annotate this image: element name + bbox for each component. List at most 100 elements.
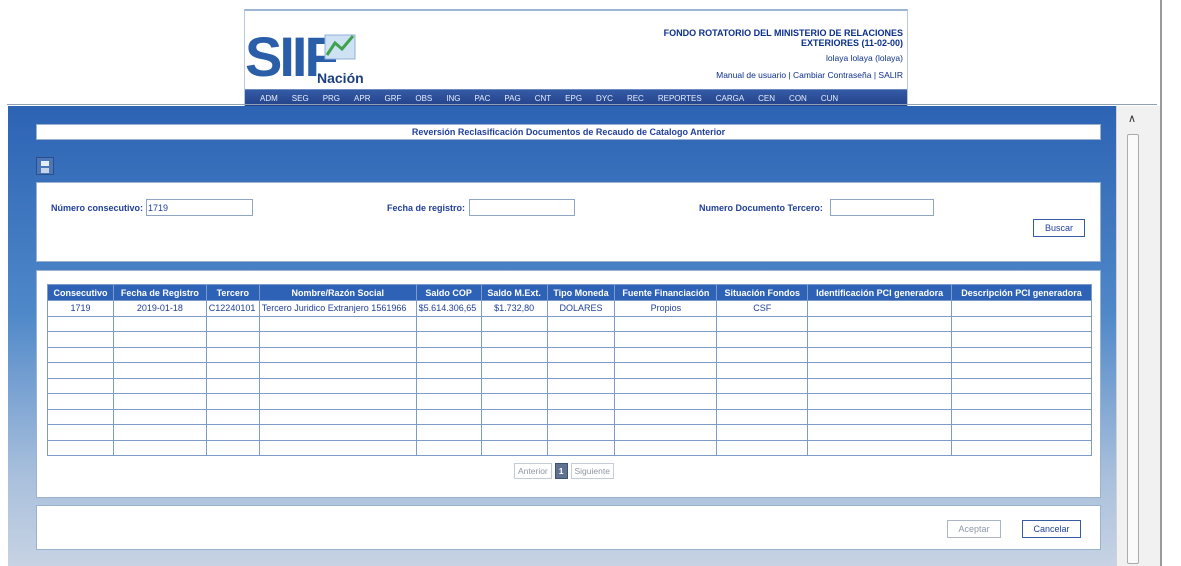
table-cell: DOLARES (546, 300, 616, 317)
accept-button[interactable]: Aceptar (947, 520, 1001, 538)
table-cell (480, 362, 548, 379)
table-cell (614, 331, 718, 348)
col-header-consecutivo[interactable]: Consecutivo (47, 284, 114, 301)
table-row[interactable] (47, 315, 1092, 332)
chevron-up-icon[interactable]: ∧ (1128, 112, 1136, 125)
menu-item-grf[interactable]: GRF (377, 94, 408, 103)
menu-item-pac[interactable]: PAC (468, 94, 498, 103)
table-cell (415, 315, 482, 332)
table-cell: $5.614.306,65 (415, 300, 482, 317)
table-cell (47, 331, 114, 348)
col-header-tipo-moneda[interactable]: Tipo Moneda (546, 284, 616, 301)
menu-item-pag[interactable]: PAG (497, 94, 527, 103)
menu-item-con[interactable]: CON (782, 94, 814, 103)
table-cell (112, 315, 207, 332)
table-cell: 1719 (47, 300, 114, 317)
page-1-button[interactable]: 1 (554, 463, 568, 479)
exit-link[interactable]: SALIR (878, 70, 903, 80)
header-links: Manual de usuario | Cambiar Contraseña |… (716, 70, 903, 80)
date-label: Fecha de registro: (387, 203, 466, 213)
third-doc-input[interactable] (830, 199, 934, 216)
date-input[interactable] (469, 199, 575, 216)
menu-item-apr[interactable]: APR (347, 94, 377, 103)
table-cell (951, 377, 1092, 394)
scroll-track[interactable] (1127, 134, 1139, 564)
table-cell (546, 377, 616, 394)
table-cell (258, 331, 417, 348)
table-cell: 2019-01-18 (112, 300, 207, 317)
table-row[interactable] (47, 439, 1092, 456)
table-cell (415, 393, 482, 410)
table-cell (807, 377, 953, 394)
table-cell (258, 362, 417, 379)
table-cell (807, 362, 953, 379)
table-cell (415, 439, 482, 456)
table-cell (716, 424, 809, 441)
consecutive-input[interactable] (146, 199, 253, 216)
table-cell (807, 393, 953, 410)
cancel-button[interactable]: Cancelar (1022, 520, 1081, 538)
manual-link[interactable]: Manual de usuario (716, 70, 786, 80)
menu-item-cun[interactable]: CUN (814, 94, 845, 103)
col-header-desc-pci[interactable]: Descripción PCI generadora (951, 284, 1092, 301)
menu-item-ing[interactable]: ING (439, 94, 467, 103)
menu-item-obs[interactable]: OBS (408, 94, 439, 103)
table-cell (807, 331, 953, 348)
col-header-fecha[interactable]: Fecha de Registro (112, 284, 207, 301)
table-cell (205, 393, 260, 410)
table-cell (258, 424, 417, 441)
table-row[interactable] (47, 424, 1092, 441)
menu-item-reportes[interactable]: REPORTES (651, 94, 709, 103)
table-row[interactable]: 1719 2019-01-18 C12240101 Tercero Juridico … (47, 300, 1092, 317)
table-cell (480, 424, 548, 441)
menu-item-carga[interactable]: CARGA (709, 94, 751, 103)
save-icon[interactable] (36, 157, 54, 175)
table-cell (951, 346, 1092, 363)
menu-item-cen[interactable]: CEN (751, 94, 782, 103)
table-cell (951, 424, 1092, 441)
table-cell (47, 346, 114, 363)
search-button[interactable]: Buscar (1033, 219, 1085, 237)
menu-item-adm[interactable]: ADM (253, 94, 285, 103)
table-row[interactable] (47, 331, 1092, 348)
table-cell (415, 377, 482, 394)
menu-item-epg[interactable]: EPG (558, 94, 589, 103)
table-row[interactable] (47, 362, 1092, 379)
table-cell (480, 315, 548, 332)
table-header-row: Consecutivo Fecha de Registro Tercero No… (47, 284, 1092, 301)
col-header-saldo-mext[interactable]: Saldo M.Ext. (480, 284, 548, 301)
scrollbar[interactable]: ∧ (1116, 106, 1161, 566)
table-cell (205, 408, 260, 425)
table-cell (205, 439, 260, 456)
table-cell (258, 346, 417, 363)
results-panel: Consecutivo Fecha de Registro Tercero No… (36, 270, 1101, 498)
menu-item-cnt[interactable]: CNT (528, 94, 558, 103)
table-cell (614, 439, 718, 456)
table-row[interactable] (47, 408, 1092, 425)
table-cell (951, 362, 1092, 379)
table-row[interactable] (47, 346, 1092, 363)
user-name: lolaya lolaya (lolaya) (825, 53, 903, 63)
table-row[interactable] (47, 393, 1092, 410)
table-cell (258, 377, 417, 394)
col-header-saldo-cop[interactable]: Saldo COP (415, 284, 482, 301)
table-row[interactable] (47, 377, 1092, 394)
change-password-link[interactable]: Cambiar Contraseña (793, 70, 871, 80)
menu-item-seg[interactable]: SEG (285, 94, 316, 103)
menu-item-rec[interactable]: REC (620, 94, 651, 103)
menu-item-dyc[interactable]: DYC (589, 94, 620, 103)
menu-item-prg[interactable]: PRG (316, 94, 347, 103)
table-cell (614, 315, 718, 332)
col-header-tercero[interactable]: Tercero (205, 284, 260, 301)
prev-page-button[interactable]: Anterior (514, 463, 552, 479)
table-cell (546, 315, 616, 332)
table-cell (47, 362, 114, 379)
col-header-id-pci[interactable]: Identificación PCI generadora (807, 284, 953, 301)
col-header-situacion[interactable]: Situación Fondos (716, 284, 809, 301)
table-cell: Propios (614, 300, 718, 317)
col-header-fuente[interactable]: Fuente Financiación (614, 284, 718, 301)
col-header-nombre[interactable]: Nombre/Razón Social (258, 284, 417, 301)
table-cell (807, 439, 953, 456)
next-page-button[interactable]: Siguiente (570, 463, 614, 479)
table-cell (415, 346, 482, 363)
